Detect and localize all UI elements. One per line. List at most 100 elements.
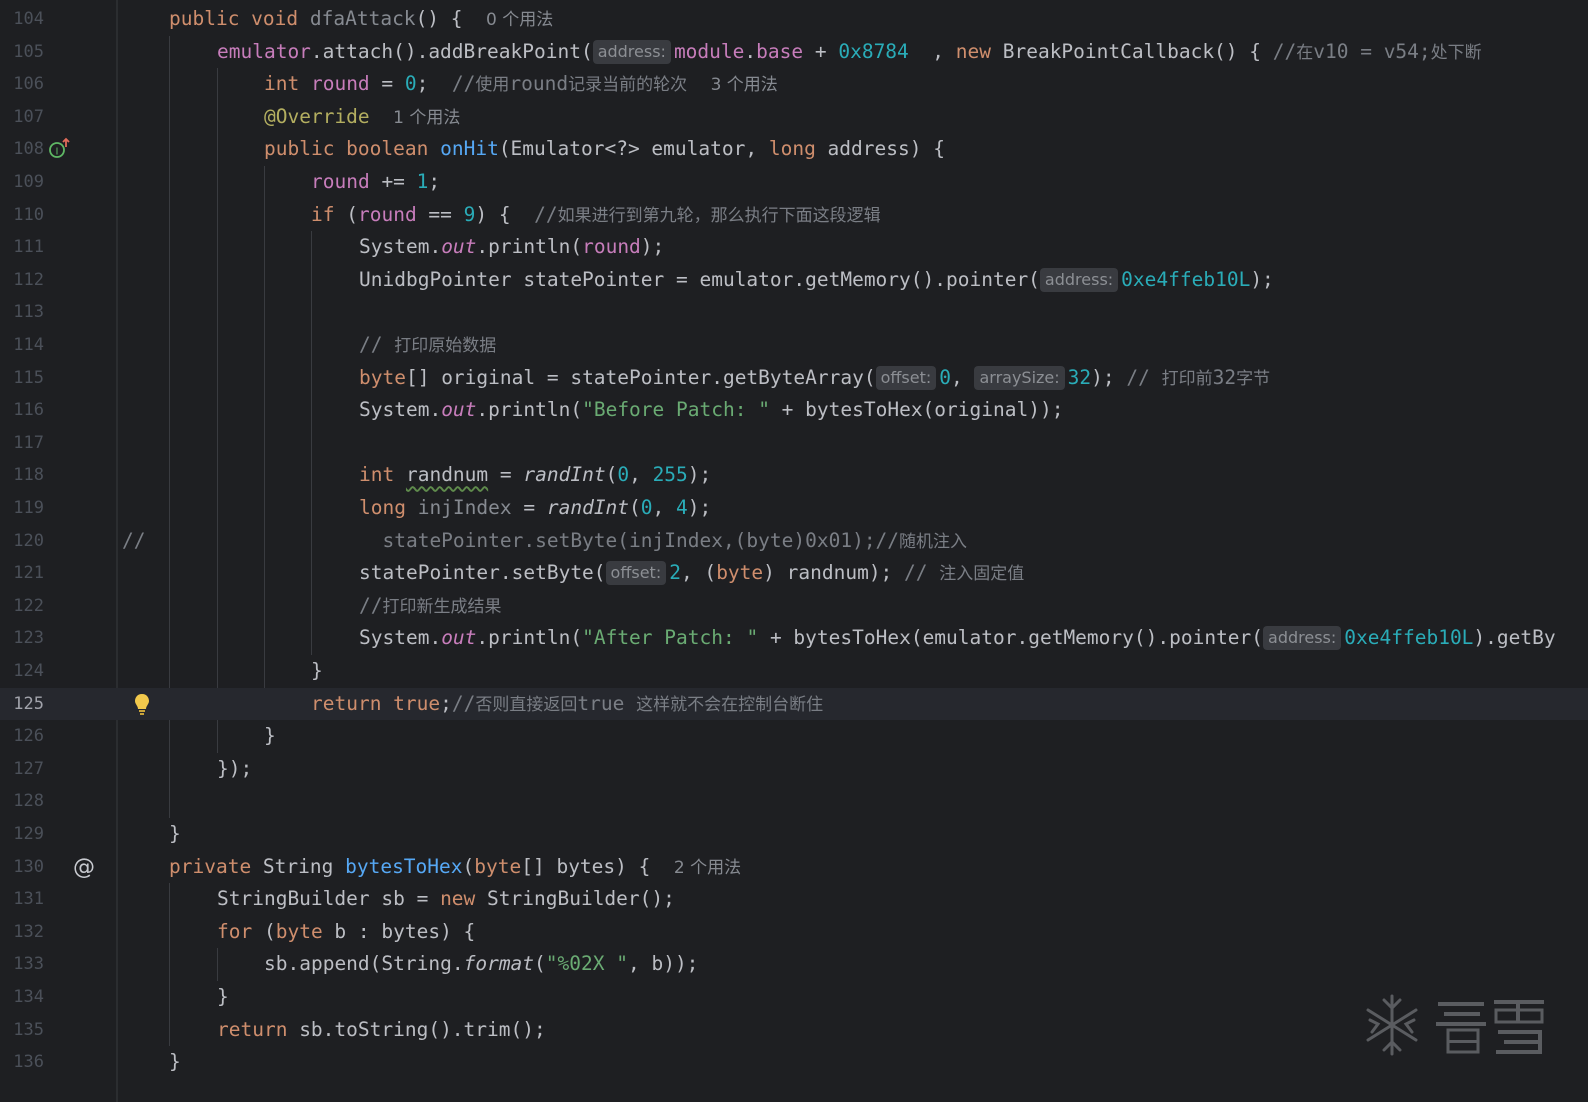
code-text[interactable]: statePointer.setByte(injIndex,(byte)0x01… bbox=[359, 525, 967, 559]
line-number[interactable]: 132 bbox=[0, 916, 44, 949]
line-number[interactable]: 131 bbox=[0, 883, 44, 916]
line-number[interactable]: 109 bbox=[0, 166, 44, 199]
line-number[interactable]: 128 bbox=[0, 785, 44, 818]
line-number[interactable]: 136 bbox=[0, 1046, 44, 1079]
override-method-icon[interactable]: I bbox=[48, 137, 72, 166]
code-line[interactable]: 105 emulator.attach().addBreakPoint(addre… bbox=[0, 36, 1588, 69]
line-number[interactable]: 126 bbox=[0, 720, 44, 753]
line-number[interactable]: 134 bbox=[0, 981, 44, 1014]
code-line[interactable]: 109 round += 1; bbox=[0, 166, 1588, 199]
code-text[interactable]: byte[] original = statePointer.getByteAr… bbox=[359, 362, 1270, 396]
code-text[interactable]: public boolean onHit(Emulator<?> emulato… bbox=[264, 133, 945, 166]
code-text[interactable]: // 打印原始数据 bbox=[359, 329, 496, 363]
code-line[interactable]: 111 System.out.println(round); bbox=[0, 231, 1588, 264]
code-line[interactable]: 135 return sb.toString().trim(); bbox=[0, 1014, 1588, 1047]
code-line[interactable]: 124} bbox=[0, 655, 1588, 688]
code-line[interactable]: 106 int round = 0; //使用round记录当前的轮次 3 个用法 bbox=[0, 68, 1588, 101]
code-text[interactable]: emulator.attach().addBreakPoint(address:… bbox=[217, 36, 1482, 70]
annotation-at-icon[interactable]: @ bbox=[72, 855, 96, 884]
code-text[interactable]: }); bbox=[217, 753, 252, 786]
usage-count[interactable]: 0 个用法 bbox=[486, 10, 553, 30]
code-line[interactable]: 133 sb.append(String.format("%02X ", b)); bbox=[0, 948, 1588, 981]
code-editor[interactable]: 104 public void dfaAttack() { 0 个用法 105 emu… bbox=[0, 0, 1588, 1102]
line-number[interactable]: 117 bbox=[0, 427, 44, 460]
code-line[interactable]: 107 @Override 1 个用法 bbox=[0, 101, 1588, 134]
line-number[interactable]: 115 bbox=[0, 362, 44, 395]
line-number[interactable]: 130 bbox=[0, 851, 44, 884]
code-line[interactable]: 128 bbox=[0, 785, 1588, 818]
code-text[interactable]: } bbox=[311, 655, 323, 688]
code-text[interactable]: int round = 0; //使用round记录当前的轮次 3 个用法 bbox=[264, 68, 778, 102]
code-line[interactable]: 112 UnidbgPointer statePointer = emulator… bbox=[0, 264, 1588, 297]
code-line[interactable]: 116 System.out.println("Before Patch: " +… bbox=[0, 394, 1588, 427]
code-line[interactable]: 114 // 打印原始数据 bbox=[0, 329, 1588, 362]
line-number[interactable]: 113 bbox=[0, 296, 44, 329]
line-number[interactable]: 114 bbox=[0, 329, 44, 362]
code-line[interactable]: 127}); bbox=[0, 753, 1588, 786]
code-text[interactable]: } bbox=[264, 720, 276, 753]
line-number[interactable]: 108 bbox=[0, 133, 44, 166]
code-text[interactable]: StringBuilder sb = new StringBuilder(); bbox=[217, 883, 675, 916]
line-number[interactable]: 119 bbox=[0, 492, 44, 525]
code-text[interactable]: statePointer.setByte(offset: 2, (byte) ra… bbox=[359, 557, 1024, 591]
code-text[interactable]: } bbox=[217, 981, 229, 1014]
code-line[interactable]: 110 if (round == 9) { //如果进行到第九轮，那么执行下面这段… bbox=[0, 199, 1588, 232]
code-text[interactable]: @Override 1 个用法 bbox=[264, 101, 460, 135]
line-number[interactable]: 122 bbox=[0, 590, 44, 623]
code-text[interactable]: } bbox=[169, 818, 181, 851]
line-number[interactable]: 120 bbox=[0, 525, 44, 558]
code-line[interactable]: 130 private String bytesToHex(byte[] byte… bbox=[0, 851, 1588, 884]
line-number[interactable]: 110 bbox=[0, 199, 44, 232]
line-number[interactable]: 127 bbox=[0, 753, 44, 786]
code-line[interactable]: 108 public boolean onHit(Emulator<?> emul… bbox=[0, 133, 1588, 166]
line-number[interactable]: 133 bbox=[0, 948, 44, 981]
code-line[interactable]: 131 StringBuilder sb = new StringBuilder(… bbox=[0, 883, 1588, 916]
code-line[interactable]: 104 public void dfaAttack() { 0 个用法 bbox=[0, 3, 1588, 36]
code-line[interactable]: 113 bbox=[0, 296, 1588, 329]
line-number[interactable]: 104 bbox=[0, 3, 44, 36]
line-number[interactable]: 124 bbox=[0, 655, 44, 688]
code-line[interactable]: 126} bbox=[0, 720, 1588, 753]
code-text[interactable]: //打印新生成结果 bbox=[359, 590, 501, 624]
line-number[interactable]: 107 bbox=[0, 101, 44, 134]
code-line[interactable]: 118 int randnum = randInt(0, 255); bbox=[0, 459, 1588, 492]
code-text[interactable]: return true;//否则直接返回true 这样就不会在控制台断住 bbox=[311, 688, 823, 722]
code-text[interactable]: for (byte b : bytes) { bbox=[217, 916, 475, 949]
code-line[interactable]: 121 statePointer.setByte(offset: 2, (byte)… bbox=[0, 557, 1588, 590]
code-text[interactable]: System.out.println(round); bbox=[359, 231, 664, 264]
line-number[interactable]: 105 bbox=[0, 36, 44, 69]
code-text[interactable]: return sb.toString().trim(); bbox=[217, 1014, 546, 1047]
code-line[interactable]: 134} bbox=[0, 981, 1588, 1014]
line-number[interactable]: 112 bbox=[0, 264, 44, 297]
line-number[interactable]: 116 bbox=[0, 394, 44, 427]
usage-count[interactable]: 2 个用法 bbox=[674, 858, 741, 878]
code-text[interactable]: if (round == 9) { //如果进行到第九轮，那么执行下面这段逻辑 bbox=[311, 199, 881, 233]
code-text[interactable]: System.out.println("Before Patch: " + by… bbox=[359, 394, 1063, 427]
code-text[interactable]: } bbox=[169, 1046, 181, 1079]
lightbulb-icon[interactable] bbox=[132, 692, 152, 721]
code-line[interactable]: 129} bbox=[0, 818, 1588, 851]
line-number[interactable]: 106 bbox=[0, 68, 44, 101]
line-number[interactable]: 129 bbox=[0, 818, 44, 851]
line-number[interactable]: 125 bbox=[0, 688, 44, 721]
code-text[interactable]: private String bytesToHex(byte[] bytes) … bbox=[169, 851, 741, 885]
code-text[interactable]: sb.append(String.format("%02X ", b)); bbox=[264, 948, 698, 981]
code-line[interactable]: 122 //打印新生成结果 bbox=[0, 590, 1588, 623]
code-text[interactable]: public void dfaAttack() { 0 个用法 bbox=[169, 3, 553, 37]
code-text[interactable]: round += 1; bbox=[311, 166, 440, 199]
code-line[interactable]: 120 // statePointer.setByte(injIndex,(byt… bbox=[0, 525, 1588, 558]
code-text[interactable]: long injIndex = randInt(0, 4); bbox=[359, 492, 711, 525]
code-text[interactable]: UnidbgPointer statePointer = emulator.ge… bbox=[359, 264, 1274, 297]
usage-count[interactable]: 3 个用法 bbox=[711, 75, 778, 95]
line-number[interactable]: 123 bbox=[0, 622, 44, 655]
line-number[interactable]: 135 bbox=[0, 1014, 44, 1047]
line-number[interactable]: 121 bbox=[0, 557, 44, 590]
code-line[interactable]: 123 System.out.println("After Patch: " + … bbox=[0, 622, 1588, 655]
code-line[interactable]: 117 bbox=[0, 427, 1588, 460]
line-number[interactable]: 111 bbox=[0, 231, 44, 264]
code-line[interactable]: 115 byte[] original = statePointer.getByt… bbox=[0, 362, 1588, 395]
usage-count[interactable]: 1 个用法 bbox=[393, 108, 460, 128]
code-line[interactable]: 136} bbox=[0, 1046, 1588, 1079]
line-number[interactable]: 118 bbox=[0, 459, 44, 492]
code-text[interactable]: int randnum = randInt(0, 255); bbox=[359, 459, 711, 492]
